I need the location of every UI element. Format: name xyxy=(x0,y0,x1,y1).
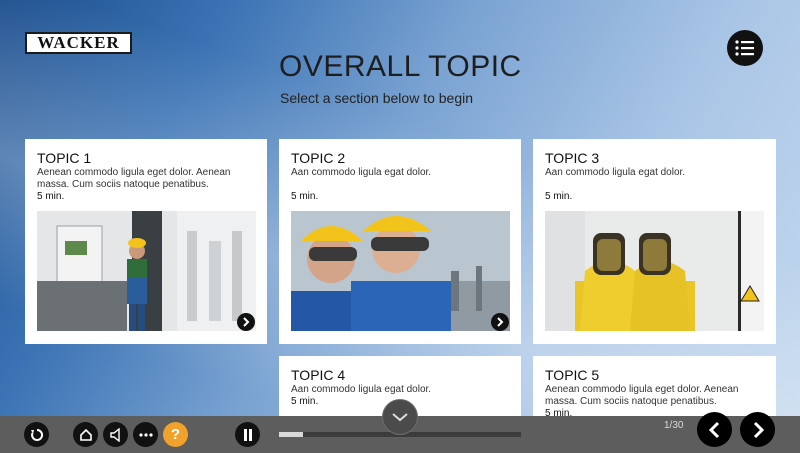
replay-button[interactable] xyxy=(24,422,49,447)
topic-title: TOPIC 5 xyxy=(545,367,600,383)
topic-description: Aan commodo ligula egat dolor. xyxy=(545,167,686,178)
scroll-down-button[interactable] xyxy=(382,399,418,435)
topic-title: TOPIC 2 xyxy=(291,150,346,166)
topic-duration: 5 min. xyxy=(545,191,573,202)
pause-icon xyxy=(243,428,252,441)
help-button[interactable]: ? xyxy=(163,422,188,447)
topic-title: TOPIC 3 xyxy=(545,150,600,166)
topic-card-2[interactable]: TOPIC 2 Aan commodo ligula egat dolor. 5… xyxy=(279,139,521,344)
home-button[interactable] xyxy=(73,422,98,447)
progress-fill xyxy=(279,432,304,437)
page-indicator: 1/30 xyxy=(664,420,684,431)
more-icon xyxy=(138,432,153,437)
page-title: OVERALL TOPIC xyxy=(279,50,522,83)
topic-go-button[interactable] xyxy=(237,313,255,331)
menu-button[interactable] xyxy=(727,30,763,66)
topic-description: Aan commodo ligula egat dolor. xyxy=(291,167,432,178)
chevron-right-icon xyxy=(753,421,764,438)
topic-title: TOPIC 4 xyxy=(291,367,346,383)
chevron-left-icon xyxy=(708,421,719,438)
page-subtitle: Select a section below to begin xyxy=(280,90,474,106)
chevron-down-icon xyxy=(392,413,408,422)
topic-image xyxy=(545,211,764,331)
replay-icon xyxy=(30,428,43,441)
topic-image xyxy=(37,211,256,331)
list-icon xyxy=(735,40,754,56)
topic-duration: 5 min. xyxy=(291,191,319,202)
topic-go-button[interactable] xyxy=(491,313,509,331)
prev-button[interactable] xyxy=(697,412,732,447)
topic-image xyxy=(291,211,510,331)
topic-card-1[interactable]: TOPIC 1 Aenean commodo ligula eget dolor… xyxy=(25,139,267,344)
audio-button[interactable] xyxy=(103,422,128,447)
chevron-right-icon xyxy=(497,317,504,327)
topic-duration: 5 min. xyxy=(37,191,65,202)
pause-button[interactable] xyxy=(235,422,260,447)
topic-description: Aan commodo ligula egat dolor. xyxy=(291,384,432,395)
topic-title: TOPIC 1 xyxy=(37,150,92,166)
wacker-logo: WACKER xyxy=(25,32,132,54)
chevron-right-icon xyxy=(243,317,250,327)
home-icon xyxy=(79,428,92,441)
speaker-icon xyxy=(109,427,120,442)
next-button[interactable] xyxy=(740,412,775,447)
topic-card-3[interactable]: TOPIC 3 Aan commodo ligula egat dolor. 5… xyxy=(533,139,776,344)
topic-description: Aenean commodo ligula eget dolor. Aenean… xyxy=(545,384,739,407)
topic-description: Aenean commodo ligula eget dolor. Aenean… xyxy=(37,167,231,190)
more-button[interactable] xyxy=(133,422,158,447)
